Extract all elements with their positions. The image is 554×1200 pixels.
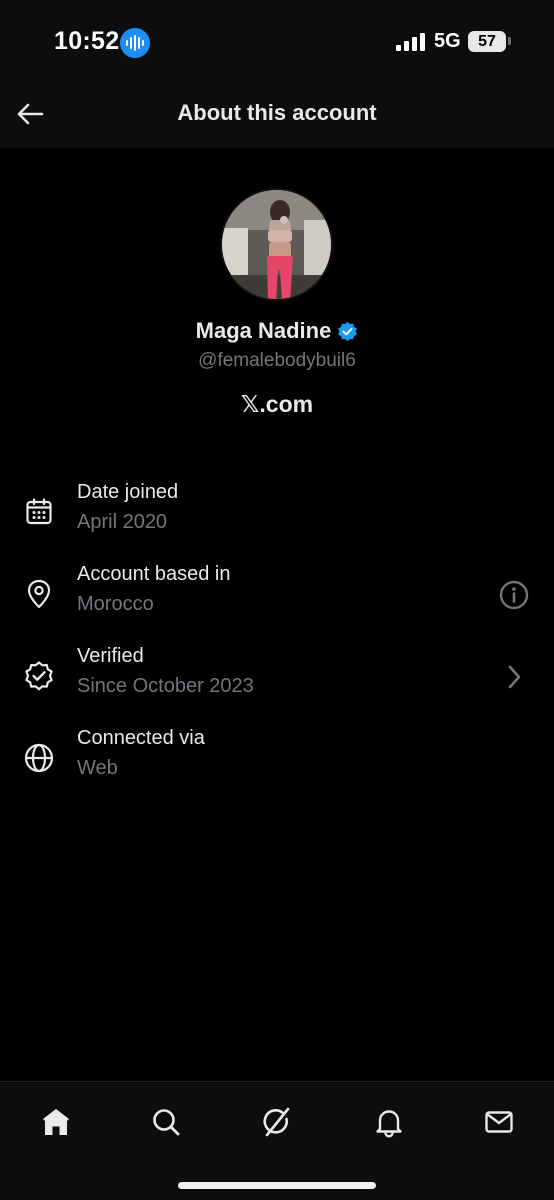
network-type: 5G bbox=[434, 30, 461, 52]
verified-check-icon bbox=[22, 659, 56, 693]
row-subtitle: Web bbox=[77, 757, 118, 779]
calendar-icon bbox=[22, 495, 56, 529]
row-verified[interactable]: Verified Since October 2023 bbox=[0, 645, 554, 715]
row-subtitle: Morocco bbox=[77, 593, 154, 615]
location-pin-icon bbox=[22, 577, 56, 611]
profile-name: Maga Nadine bbox=[195, 318, 332, 343]
home-indicator[interactable] bbox=[178, 1182, 376, 1189]
chevron-right-icon bbox=[508, 665, 521, 689]
battery-tip bbox=[508, 37, 511, 45]
profile-name-row: Maga Nadine bbox=[0, 318, 554, 344]
row-account-based-in: Account based in Morocco bbox=[0, 563, 554, 633]
row-title: Account based in bbox=[77, 563, 231, 585]
nav-notifications[interactable] bbox=[365, 1100, 413, 1144]
info-button[interactable] bbox=[496, 577, 532, 613]
avatar[interactable] bbox=[220, 188, 333, 301]
profile-site: 𝕏.com bbox=[240, 391, 314, 417]
row-date-joined: Date joined April 2020 bbox=[0, 481, 554, 551]
row-subtitle: April 2020 bbox=[77, 511, 168, 533]
nav-search[interactable] bbox=[142, 1100, 190, 1144]
page-header: About this account bbox=[0, 80, 554, 148]
live-audio-icon[interactable] bbox=[120, 28, 150, 58]
mail-icon bbox=[485, 1111, 513, 1133]
row-title: Connected via bbox=[77, 727, 205, 749]
page-title: About this account bbox=[177, 100, 377, 125]
status-time: 10:52 bbox=[54, 27, 120, 55]
globe-icon bbox=[22, 741, 56, 775]
battery-icon: 57 bbox=[468, 31, 506, 52]
row-title: Date joined bbox=[77, 481, 179, 503]
cellular-signal-icon bbox=[396, 33, 425, 51]
status-bar: 10:52 5G 57 bbox=[0, 0, 554, 80]
row-subtitle: Since October 2023 bbox=[77, 675, 254, 697]
nav-grok[interactable] bbox=[253, 1100, 301, 1144]
nav-home[interactable] bbox=[32, 1100, 80, 1144]
bell-icon bbox=[376, 1110, 402, 1138]
info-icon bbox=[499, 580, 529, 610]
profile-handle: @femalebodybuil6 bbox=[198, 350, 356, 371]
home-icon bbox=[43, 1109, 69, 1135]
verified-badge-icon bbox=[338, 321, 358, 341]
row-connected-via: Connected via Web bbox=[0, 727, 554, 797]
grok-icon bbox=[263, 1107, 290, 1137]
search-icon bbox=[153, 1109, 180, 1136]
row-title: Verified bbox=[77, 645, 144, 667]
verified-chevron-button[interactable] bbox=[496, 659, 532, 695]
nav-messages[interactable] bbox=[475, 1100, 523, 1144]
